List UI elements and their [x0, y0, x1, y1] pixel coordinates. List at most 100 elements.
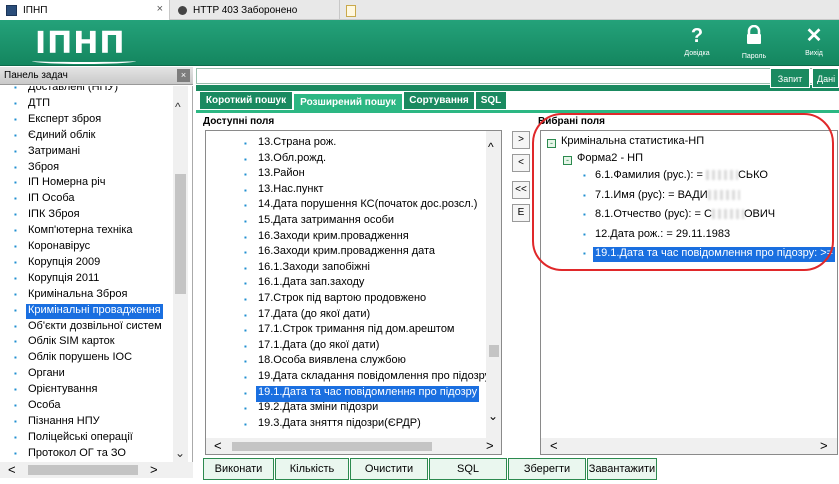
sidebar-item[interactable]: Пізнання НПУ — [14, 415, 102, 430]
sidebar-item[interactable]: ДТП — [14, 97, 52, 112]
sidebar-item[interactable]: Протокол ОГ та ЗО — [14, 447, 128, 462]
help-button[interactable]: ? Довідка — [674, 25, 720, 57]
list-item[interactable]: 13.Район — [244, 167, 307, 183]
task-panel-scroll-thumb[interactable] — [175, 174, 186, 294]
load-button[interactable]: Завантажити — [587, 458, 657, 480]
list-item[interactable]: 13.Страна рож. — [244, 136, 338, 152]
sidebar-item[interactable]: Затримані — [14, 145, 82, 160]
query-button[interactable]: Запит — [770, 68, 810, 88]
add-field-button[interactable]: > — [512, 131, 530, 149]
query-input[interactable] — [196, 68, 839, 84]
execute-button[interactable]: Виконати — [203, 458, 274, 480]
tab-short-search[interactable]: Короткий пошук — [200, 92, 292, 109]
tree-leaf[interactable]: 19.1.Дата та час повідомлення про підозр… — [583, 247, 836, 262]
list-item[interactable]: 17.Дата (до якої дати) — [244, 308, 372, 324]
scroll-right-icon[interactable]: > — [150, 462, 158, 477]
list-item[interactable]: 13.Обл.рожд. — [244, 152, 328, 168]
list-item[interactable]: 19.2.Дата зміни підозри — [244, 401, 380, 417]
list-item[interactable]: 15.Дата затримання особи — [244, 214, 396, 230]
sidebar-item[interactable]: ІП Особа — [14, 192, 76, 207]
scroll-left-icon[interactable]: < — [8, 462, 16, 477]
list-item[interactable]: 18.Особа виявлена службою — [244, 354, 408, 370]
browser-tab-title: HTTP 403 Заборонено — [193, 4, 298, 16]
list-item[interactable]: 16.Заходи крим.провадження дата — [244, 245, 437, 261]
remove-field-button[interactable]: < — [512, 154, 530, 172]
help-label: Довідка — [684, 50, 710, 57]
scroll-right-icon[interactable]: > — [486, 438, 494, 453]
sidebar-item[interactable]: ІПК Зброя — [14, 208, 82, 223]
sidebar-item[interactable]: Експерт зброя — [14, 113, 103, 128]
data-button[interactable]: Дані — [812, 68, 839, 88]
sidebar-item[interactable]: Об'єкти дозвільної систем — [14, 320, 164, 335]
sidebar-item[interactable]: Доставлені (НПУ) — [14, 86, 120, 96]
list-item[interactable]: 17.1.Дата (до якої дати) — [244, 339, 381, 355]
available-vertical-scrollbar[interactable] — [486, 131, 501, 438]
tree-leaf[interactable]: 12.Дата рож.: = 29.11.1983 — [583, 227, 732, 243]
sidebar-item[interactable]: Кримінальні провадження — [14, 303, 163, 319]
sidebar-item[interactable]: Кримінальна Зброя — [14, 288, 129, 303]
list-item[interactable]: 19.Дата складання повідомлення про підоз… — [244, 370, 492, 386]
chosen-horizontal-scrollbar[interactable] — [541, 438, 837, 454]
list-item[interactable]: 17.1.Строк тримання під дом.арештом — [244, 323, 457, 339]
sidebar-item[interactable]: Комп'ютерна техніка — [14, 224, 135, 239]
sidebar-item[interactable]: Єдиний облік — [14, 129, 98, 144]
tab-sorting[interactable]: Сортування — [404, 92, 474, 109]
chosen-fields-label: Вибрані поля — [538, 116, 605, 127]
list-item[interactable]: 17.Строк під вартою продовжено — [244, 292, 428, 308]
sidebar-item[interactable]: Корупція 2011 — [14, 272, 101, 287]
sidebar-item[interactable]: ІП Номерна річ — [14, 176, 107, 191]
tree-leaf-text: 12.Дата рож.: = 29.11.1983 — [595, 227, 731, 240]
list-item[interactable]: 13.Нас.пункт — [244, 183, 325, 199]
scroll-left-icon[interactable]: < — [550, 438, 558, 453]
list-item[interactable]: 14.Дата порушення КС(початок дос.розсл.) — [244, 198, 479, 214]
task-panel-hscroll-thumb[interactable] — [28, 465, 138, 475]
password-button[interactable]: Пароль — [731, 24, 777, 60]
sidebar-item[interactable]: Органи — [14, 367, 67, 382]
tab-sql[interactable]: SQL — [476, 92, 506, 109]
list-item[interactable]: 16.Заходи крим.провадження — [244, 230, 411, 246]
sql-button[interactable]: SQL — [429, 458, 507, 480]
tree-node-root[interactable]: Кримінальна статистика-НП — [561, 135, 704, 151]
sidebar-item[interactable]: Облік порушень ІОС — [14, 351, 134, 366]
list-item[interactable]: 19.3.Дата зняття підозри(ЄРДР) — [244, 417, 423, 433]
scroll-down-icon[interactable]: ⌄ — [488, 409, 498, 423]
tree-node-group[interactable]: Форма2 - НП — [577, 152, 643, 168]
task-panel-close-icon[interactable]: × — [177, 69, 190, 82]
exit-button[interactable]: ✕ Вихід — [791, 25, 837, 57]
collapse-icon[interactable]: - — [563, 156, 572, 165]
available-scroll-thumb[interactable] — [489, 345, 499, 357]
tree-leaf[interactable]: 8.1.Отчество (рус): = С ОВИЧ — [583, 208, 777, 223]
browser-tab-403[interactable]: HTTP 403 Заборонено — [172, 0, 340, 20]
scroll-left-icon[interactable]: < — [214, 438, 222, 453]
browser-tab-title: ІПНП — [23, 4, 48, 16]
tab-extended-search[interactable]: Розширений пошук — [294, 94, 402, 111]
save-button[interactable]: Зберегти — [508, 458, 586, 480]
sidebar-item[interactable]: Коронавірус — [14, 240, 92, 255]
list-item[interactable]: 19.1.Дата та час повідомлення про підозр… — [244, 385, 480, 402]
tree-leaf-text: 7.1.Имя (рус): = ВАДИ — [595, 188, 708, 201]
remove-all-fields-button[interactable]: << — [512, 181, 530, 199]
list-item[interactable]: 16.1.Заходи запобіжні — [244, 261, 372, 277]
new-tab-button[interactable] — [346, 0, 360, 20]
scroll-up-icon[interactable]: ^ — [175, 100, 181, 114]
count-button[interactable]: Кількість — [275, 458, 349, 480]
list-item[interactable]: 16.1.Дата зап.заходу — [244, 276, 366, 292]
scroll-up-icon[interactable]: ^ — [488, 140, 494, 154]
tab-close-icon[interactable]: × — [157, 3, 163, 15]
available-hscroll-thumb[interactable] — [232, 442, 432, 451]
scroll-right-icon[interactable]: > — [820, 438, 828, 453]
sidebar-item[interactable]: Поліцейські операції — [14, 431, 135, 446]
clear-button[interactable]: Очистити — [350, 458, 428, 480]
sidebar-item[interactable]: Зброя — [14, 161, 61, 176]
sidebar-item[interactable]: Орієнтування — [14, 383, 99, 398]
tree-leaf[interactable]: 7.1.Имя (рус): = ВАДИ — [583, 188, 742, 204]
edit-field-button[interactable]: E — [512, 204, 530, 222]
scroll-down-icon[interactable]: ⌄ — [175, 446, 185, 460]
sidebar-item[interactable]: Облік SIM карток — [14, 335, 117, 350]
browser-tab-ipnp[interactable]: ІПНП × — [0, 0, 170, 20]
tree-leaf[interactable]: 6.1.Фамилия (рус.): = СЬКО — [583, 169, 770, 184]
sidebar-item[interactable]: Особа — [14, 399, 62, 414]
collapse-icon[interactable]: - — [547, 139, 556, 148]
sidebar-item[interactable]: Корупція 2009 — [14, 256, 102, 271]
app-logo: ІПНП — [35, 26, 126, 61]
